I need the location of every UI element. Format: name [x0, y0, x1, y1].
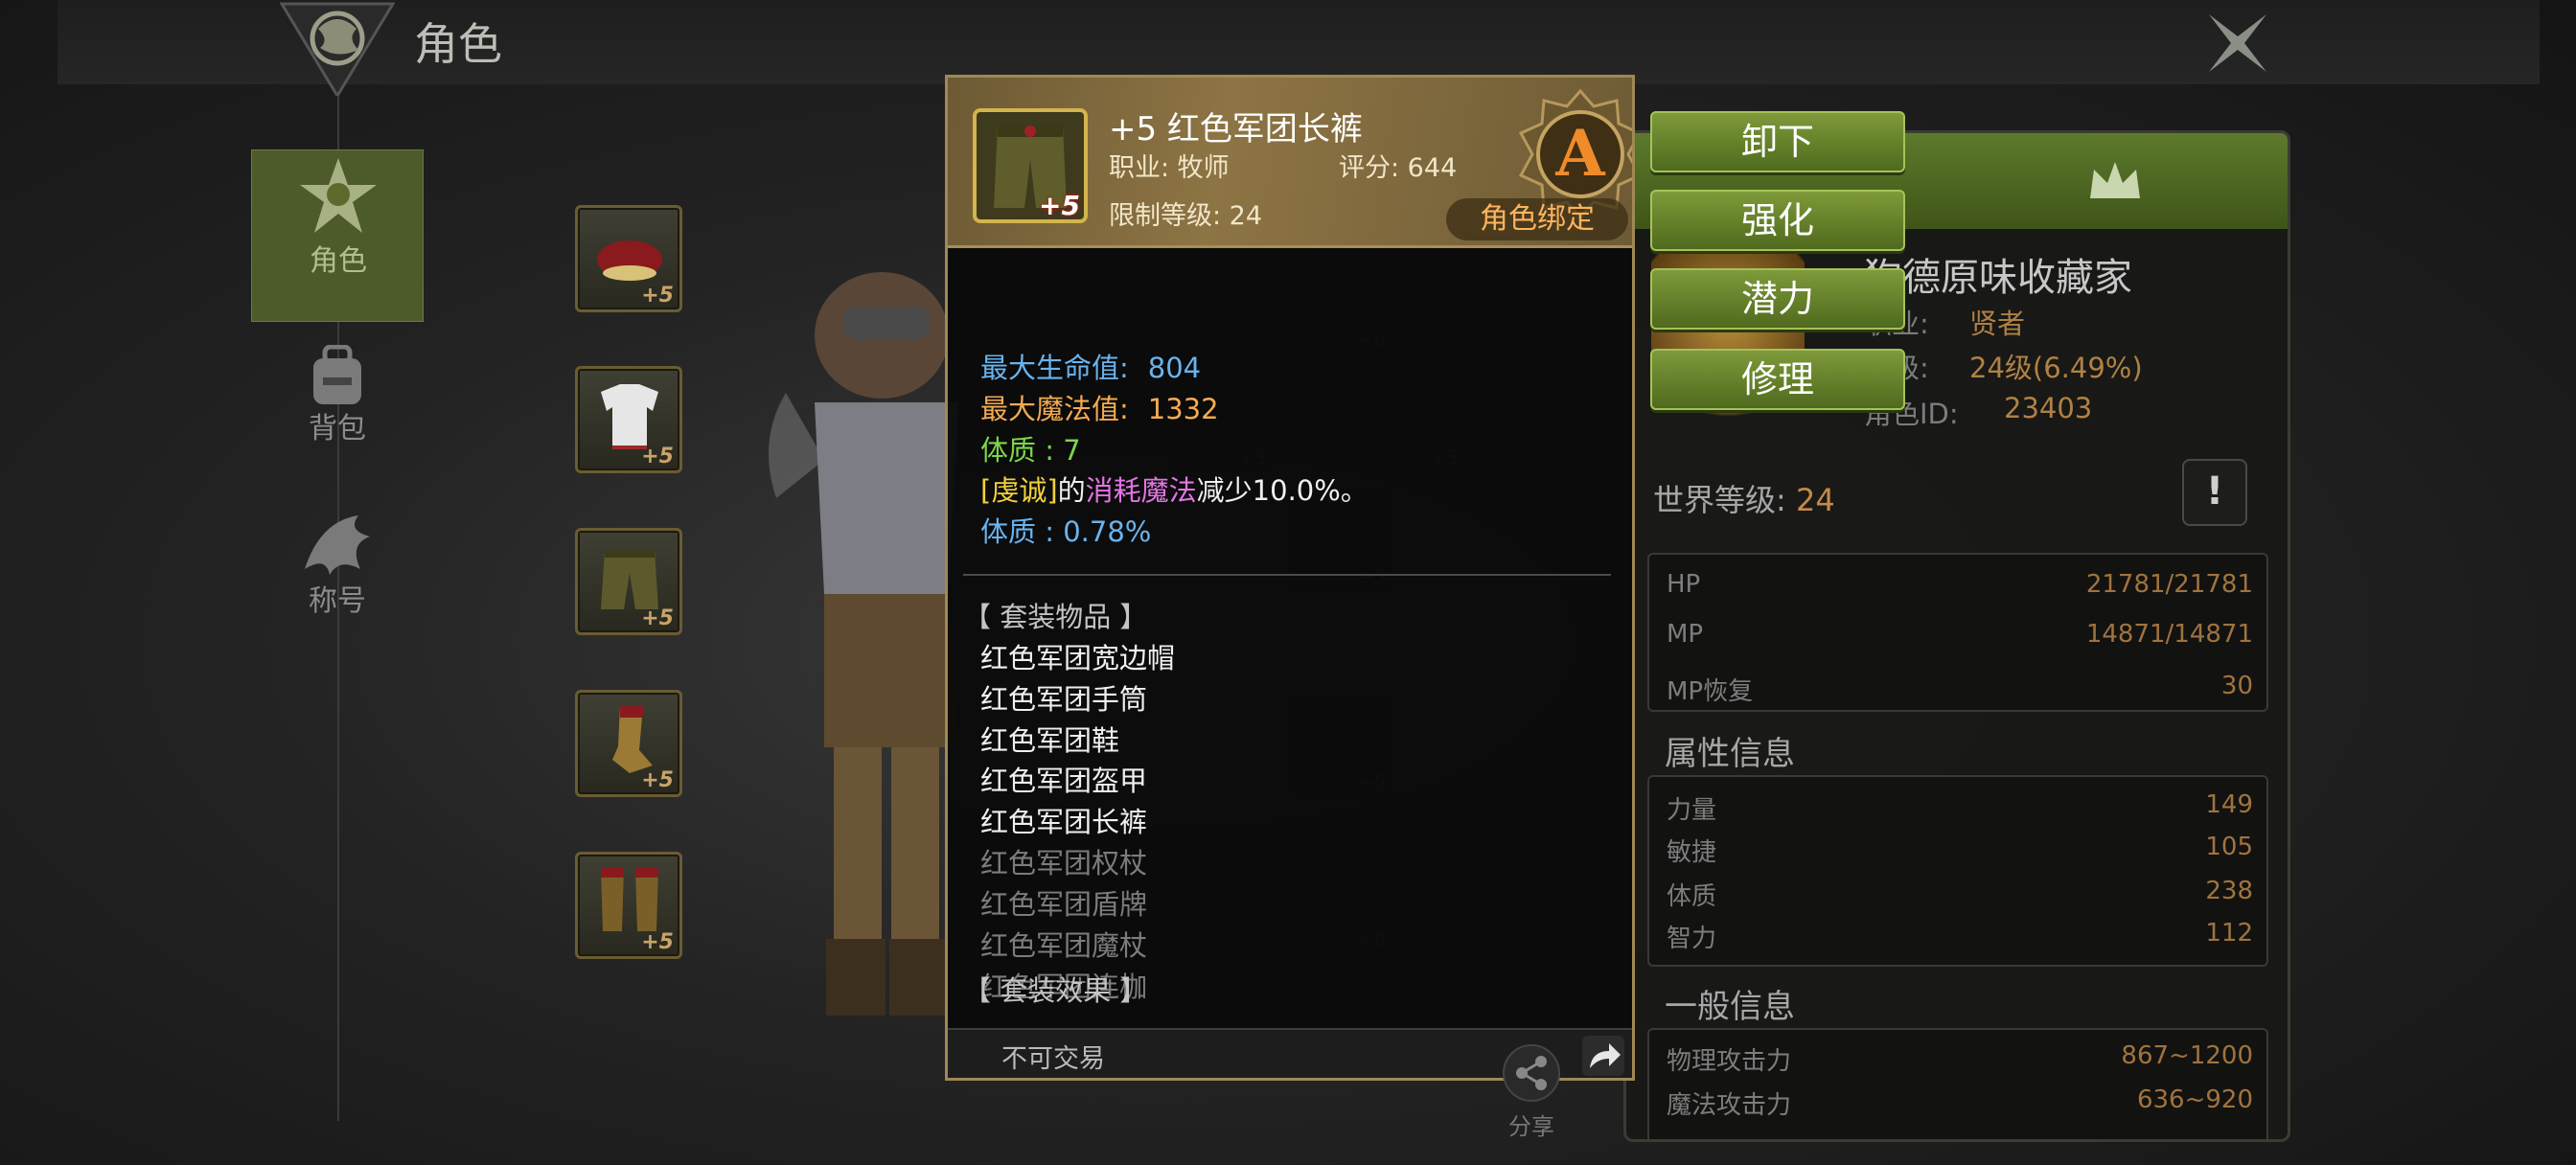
equipment-slot-pants[interactable]: +5 — [575, 528, 682, 635]
pants-icon — [601, 550, 658, 609]
item-name: +5 红色军团长裤 — [1109, 110, 1363, 148]
close-icon[interactable] — [2204, 10, 2271, 77]
skill-effect-line: [虔诚]的消耗魔法减少10.0%。 — [980, 474, 1368, 507]
stat-line: 最大魔法值: 1332 — [980, 393, 1219, 425]
set-item-missing: 红色军团权杖 — [980, 847, 1148, 879]
sidebar-item-title[interactable]: 称号 — [251, 508, 424, 680]
set-items-title: 【 套装物品 】 — [963, 601, 1148, 633]
stat-line: 体质 : 0.78% — [980, 515, 1152, 548]
equipment-slot-shirt[interactable]: +5 — [575, 366, 682, 473]
potential-button[interactable]: 潜力 — [1650, 268, 1905, 330]
unequip-button[interactable]: 卸下 — [1650, 111, 1905, 172]
set-item: 红色军团鞋 — [980, 724, 1120, 757]
attributes-title: 属性信息 — [1665, 735, 1795, 773]
share-icon — [1516, 1056, 1547, 1090]
repair-button[interactable]: 修理 — [1650, 349, 1905, 410]
set-item: 红色军团手筒 — [980, 683, 1148, 716]
world-level-value: 24 — [1795, 482, 1835, 518]
character-id-value: 23403 — [2004, 392, 2093, 424]
stat-line: 最大生命值: 804 — [980, 352, 1202, 384]
crown-icon[interactable] — [2086, 156, 2144, 204]
item-required-level: 限制等级: 24 — [1109, 201, 1263, 231]
untradable-label: 不可交易 — [1001, 1044, 1105, 1074]
set-item: 红色军团长裤 — [980, 806, 1148, 838]
divider — [963, 574, 1611, 576]
level-value: 24级(6.49%) — [1969, 352, 2143, 384]
resource-box: HP 21781/21781 MP 14871/14871 MP恢复 30 — [1647, 553, 2268, 712]
set-item: 红色军团宽边帽 — [980, 642, 1176, 674]
world-level-label: 世界等级: — [1653, 482, 1786, 518]
share-button[interactable] — [1503, 1044, 1560, 1102]
item-score: 评分: 644 — [1339, 153, 1458, 183]
page-title: 角色 — [414, 18, 502, 70]
boots-icon — [601, 868, 658, 931]
stat-row-strength: 力量 149 — [1667, 790, 2253, 825]
item-tooltip: +5 +5 红色军团长裤 职业: 牧师 评分: 644 限制等级: 24 A 角… — [945, 75, 1635, 1081]
dragon-emblem-icon — [280, 2, 395, 96]
svg-text:A: A — [1554, 116, 1605, 191]
stat-row-magic-attack: 魔法攻击力 636~920 — [1667, 1085, 2253, 1120]
dragon-icon — [305, 515, 370, 575]
stat-row-hp: HP 21781/21781 — [1667, 570, 2253, 599]
stat-row-mp-regen: MP恢复 30 — [1667, 672, 2253, 706]
bind-status-badge: 角色绑定 — [1446, 198, 1628, 240]
general-info-title: 一般信息 — [1665, 988, 1795, 1026]
sidebar-item-backpack[interactable]: 背包 — [251, 335, 424, 508]
equipment-slot-glove[interactable]: +5 — [575, 690, 682, 797]
stat-row-vitality: 体质 238 — [1667, 877, 2253, 911]
character-icon — [300, 158, 377, 233]
backpack-icon — [313, 345, 361, 404]
stat-row-agility: 敏捷 105 — [1667, 833, 2253, 867]
sidebar-item-label: 背包 — [309, 412, 366, 445]
world-level: 世界等级: 24 — [1653, 476, 1835, 520]
stat-row-mp: MP 14871/14871 — [1667, 620, 2253, 649]
shirt-icon — [601, 384, 658, 449]
share-label: 分享 — [1508, 1113, 1554, 1140]
item-job: 职业: 牧师 — [1109, 153, 1230, 183]
share-arrow-icon[interactable] — [1582, 1036, 1624, 1076]
set-item-missing: 红色军团魔杖 — [980, 929, 1148, 962]
attributes-box: 力量 149 敏捷 105 体质 238 智力 112 — [1647, 775, 2268, 967]
item-icon: +5 — [973, 108, 1088, 223]
alert-icon[interactable]: ! — [2182, 459, 2247, 526]
stat-row-physical-attack: 物理攻击力 867~1200 — [1667, 1041, 2253, 1076]
sidebar-item-character[interactable]: 角色 — [251, 149, 424, 322]
tooltip-header: +5 +5 红色军团长裤 职业: 牧师 评分: 644 限制等级: 24 A 角… — [948, 78, 1632, 248]
job-value: 贤者 — [1969, 308, 2026, 340]
set-effect-title: 【 套装效果 】 — [963, 974, 1148, 1007]
tooltip-body[interactable]: 最大生命值: 804 最大魔法值: 1332 体质 : 7 [虔诚]的消耗魔法减少1… — [948, 250, 1632, 1017]
sidebar-item-label: 角色 — [310, 244, 367, 278]
hat-icon — [597, 240, 662, 281]
general-info-box: 物理攻击力 867~1200 魔法攻击力 636~920 — [1647, 1028, 2268, 1139]
set-item-missing: 红色军团盾牌 — [980, 888, 1148, 921]
sidebar-item-label: 称号 — [309, 584, 366, 618]
stat-line: 体质 : 7 — [980, 434, 1081, 467]
stat-row-intelligence: 智力 112 — [1667, 919, 2253, 953]
glove-icon — [612, 706, 653, 773]
set-item: 红色军团盔甲 — [980, 765, 1148, 797]
enhance-button[interactable]: 强化 — [1650, 190, 1905, 251]
equipment-slot-hat[interactable]: +5 — [575, 205, 682, 312]
equipment-slot-boots[interactable]: +5 — [575, 852, 682, 959]
